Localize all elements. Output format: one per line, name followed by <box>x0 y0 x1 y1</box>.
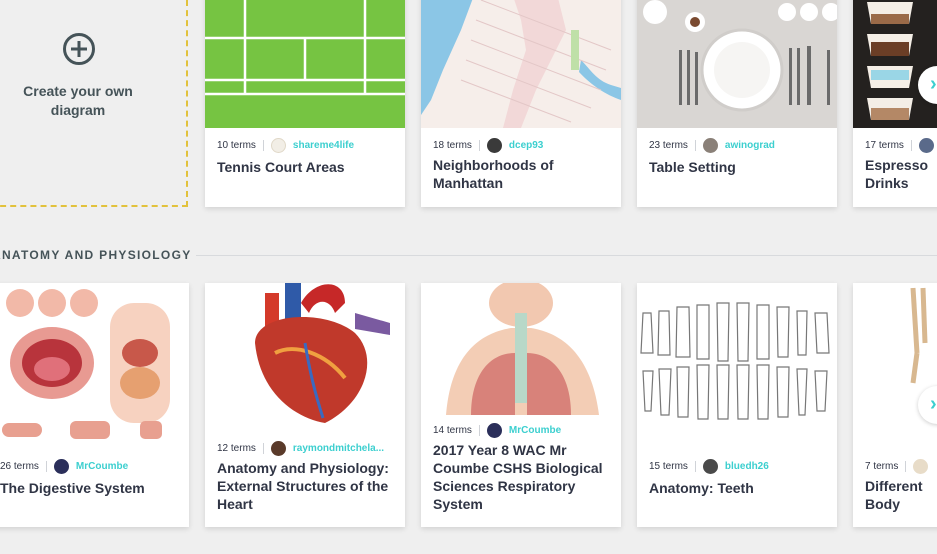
username-link[interactable]: awinograd <box>725 140 775 151</box>
diagram-card-table-setting[interactable]: 23 terms awinograd Table Setting <box>637 0 837 207</box>
term-count: 23 terms <box>649 140 696 151</box>
espresso-drinks-image <box>853 0 937 128</box>
create-diagram-card[interactable]: Create your own diagram <box>0 0 188 207</box>
diagram-card-digestive[interactable]: 26 terms MrCoumbe The Digestive System <box>0 283 189 527</box>
diagram-card-teeth[interactable]: 15 terms bluedh26 Anatomy: Teeth <box>637 283 837 527</box>
card-meta: 26 terms MrCoumbe <box>0 459 183 474</box>
term-count: 18 terms <box>433 140 480 151</box>
avatar <box>702 459 718 474</box>
card-meta: 18 terms dcep93 <box>433 138 615 153</box>
diagram-card-espresso[interactable]: 17 terms Espresso Drinks <box>853 0 937 207</box>
username-link[interactable]: dcep93 <box>509 140 543 151</box>
avatar <box>53 459 69 474</box>
term-count: 7 terms <box>865 461 907 472</box>
card-title[interactable]: Espresso Drinks <box>865 156 937 192</box>
card-title[interactable]: Anatomy: Teeth <box>649 479 829 497</box>
username-link[interactable]: MrCoumbe <box>509 425 561 436</box>
term-count: 17 terms <box>865 140 912 151</box>
heart-image <box>205 283 405 433</box>
avatar <box>270 138 286 153</box>
avatar <box>486 423 502 438</box>
term-count: 10 terms <box>217 140 264 151</box>
avatar <box>270 441 286 456</box>
manhattan-map-image <box>421 0 621 128</box>
card-meta: 14 terms MrCoumbe <box>433 423 615 438</box>
term-count: 14 terms <box>433 425 480 436</box>
body-image <box>853 283 937 448</box>
chevron-right-icon: › <box>930 393 937 415</box>
plus-circle-icon <box>63 33 95 65</box>
diagram-card-tennis[interactable]: 10 terms shareme4life Tennis Court Areas <box>205 0 405 207</box>
diagram-card-manhattan[interactable]: 18 terms dcep93 Neighborhoods of Manhatt… <box>421 0 621 207</box>
term-count: 26 terms <box>0 461 47 472</box>
username-link[interactable]: MrCoumbe <box>76 461 128 472</box>
card-meta: 17 terms <box>865 138 937 153</box>
card-title[interactable]: Tennis Court Areas <box>217 158 397 176</box>
card-meta: 10 terms shareme4life <box>217 138 399 153</box>
tennis-court-image <box>205 0 405 128</box>
card-title[interactable]: 2017 Year 8 WAC Mr Coumbe CSHS Biologica… <box>433 441 613 513</box>
respiratory-system-image <box>421 283 621 415</box>
username-link[interactable]: bluedh26 <box>725 461 769 472</box>
username-link[interactable]: raymondmitchela... <box>293 443 384 454</box>
card-title[interactable]: Table Setting <box>649 158 829 176</box>
diagram-card-heart[interactable]: 12 terms raymondmitchela... Anatomy and … <box>205 283 405 527</box>
card-meta: 15 terms bluedh26 <box>649 459 831 474</box>
card-title[interactable]: Different Body <box>865 477 937 513</box>
card-meta: 23 terms awinograd <box>649 138 831 153</box>
term-count: 15 terms <box>649 461 696 472</box>
card-meta: 7 terms <box>865 459 937 474</box>
teeth-image <box>637 283 837 433</box>
avatar <box>702 138 718 153</box>
section-title: ANATOMY AND PHYSIOLOGY <box>0 248 192 262</box>
card-title[interactable]: The Digestive System <box>0 479 181 497</box>
card-meta: 12 terms raymondmitchela... <box>217 441 399 456</box>
card-title[interactable]: Neighborhoods of Manhattan <box>433 156 613 192</box>
section-divider <box>196 255 937 256</box>
avatar <box>913 459 929 474</box>
term-count: 12 terms <box>217 443 264 454</box>
avatar <box>918 138 934 153</box>
digestive-system-image <box>0 283 189 448</box>
card-title[interactable]: Anatomy and Physiology: External Structu… <box>217 459 397 513</box>
create-diagram-label: Create your own diagram <box>23 83 133 118</box>
table-setting-image <box>637 0 837 128</box>
diagram-card-respiratory[interactable]: 14 terms MrCoumbe 2017 Year 8 WAC Mr Cou… <box>421 283 621 527</box>
avatar <box>486 138 502 153</box>
chevron-right-icon: › <box>930 73 937 95</box>
username-link[interactable]: shareme4life <box>293 140 354 151</box>
